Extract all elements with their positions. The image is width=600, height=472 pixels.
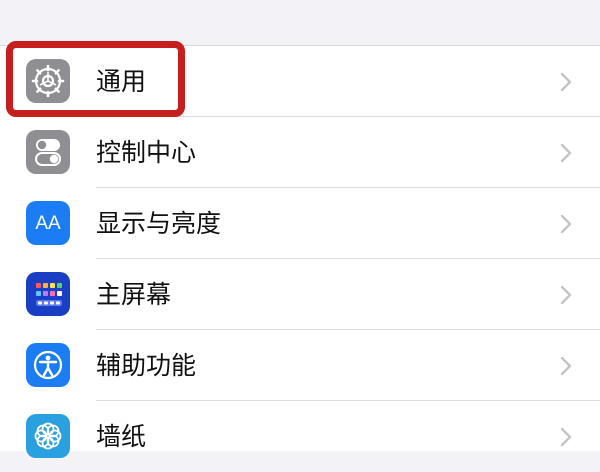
accessibility-tile — [26, 343, 70, 387]
settings-row-home-screen[interactable]: 主屏幕 — [0, 259, 600, 330]
settings-row-label: 墙纸 — [96, 422, 147, 451]
settings-row-accessibility[interactable]: 辅助功能 — [0, 330, 600, 401]
settings-row-wallpaper[interactable]: 墙纸 — [0, 401, 600, 472]
display-brightness-tile: AA — [26, 201, 70, 245]
settings-row-label: 通用 — [96, 67, 147, 96]
toggles-icon — [35, 139, 61, 166]
chevron-right-icon — [560, 72, 572, 92]
settings-list: 通用 控制中心 AA 显示与亮度 主屏幕 辅助功能 墙纸 — [0, 45, 600, 458]
settings-row-general[interactable]: 通用 — [0, 46, 600, 117]
settings-row-control-center[interactable]: 控制中心 — [0, 117, 600, 188]
home-screen-tile — [26, 272, 70, 316]
settings-row-label: 主屏幕 — [96, 280, 172, 309]
chevron-right-icon — [560, 214, 572, 234]
settings-row-label: 辅助功能 — [96, 351, 197, 380]
control-center-tile — [26, 130, 70, 174]
chevron-right-icon — [560, 285, 572, 305]
top-gap — [0, 0, 600, 45]
flower-icon — [34, 422, 62, 450]
chevron-right-icon — [560, 356, 572, 376]
settings-row-label: 显示与亮度 — [96, 209, 222, 238]
home-grid-icon — [36, 283, 62, 306]
settings-row-label: 控制中心 — [96, 138, 197, 167]
accessibility-icon — [33, 350, 63, 380]
chevron-right-icon — [560, 427, 572, 447]
settings-row-display-brightness[interactable]: AA 显示与亮度 — [0, 188, 600, 259]
chevron-right-icon — [560, 143, 572, 163]
text-size-icon: AA — [35, 212, 61, 234]
wallpaper-tile — [26, 414, 70, 458]
general-tile — [26, 59, 70, 103]
gear-icon — [31, 64, 65, 98]
